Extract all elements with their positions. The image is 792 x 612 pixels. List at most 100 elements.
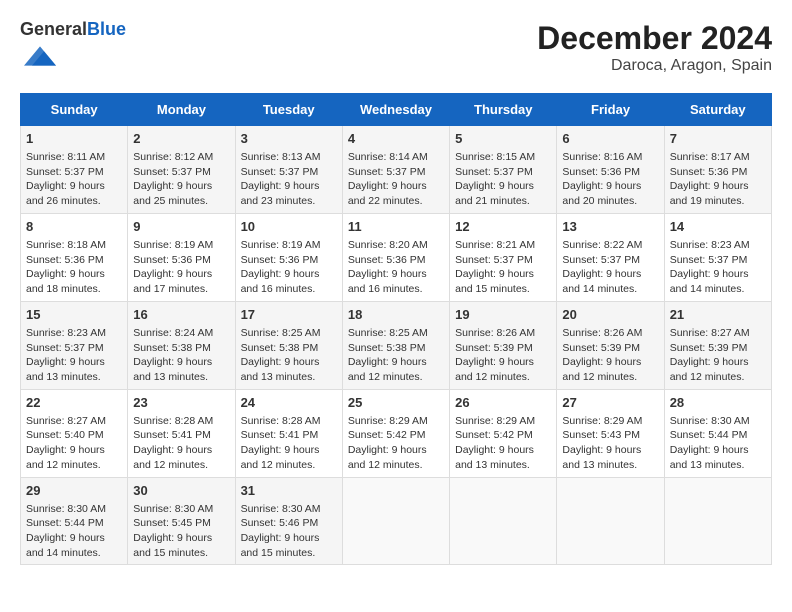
daylight-text: Daylight: 9 hours and 12 minutes. (455, 356, 534, 383)
sunrise-text: Sunrise: 8:29 AM (562, 415, 642, 427)
calendar-day-10: 10Sunrise: 8:19 AMSunset: 5:36 PMDayligh… (235, 213, 342, 301)
day-number: 5 (455, 130, 551, 148)
page-header: GeneralBlue December 2024 Daroca, Aragon… (20, 20, 772, 77)
sunrise-text: Sunrise: 8:25 AM (241, 327, 321, 339)
calendar-day-11: 11 Sunrise: 8:20 AM Sunset: 5:36 PM Dayligh… (342, 213, 449, 301)
sunrise-text: Sunrise: 8:30 AM (241, 503, 321, 515)
sunset-text: Sunset: 5:36 PM (133, 254, 211, 266)
calendar-day-4: 4Sunrise: 8:14 AMSunset: 5:37 PMDaylight… (342, 125, 449, 213)
calendar-day-29: 29Sunrise: 8:30 AMSunset: 5:44 PMDayligh… (21, 477, 128, 565)
calendar-day-17: 17Sunrise: 8:25 AMSunset: 5:38 PMDayligh… (235, 301, 342, 389)
sunrise-text: Sunrise: 8:17 AM (670, 151, 750, 163)
calendar-day-8: 8 Sunrise: 8:18 AM Sunset: 5:36 PM Daylight… (21, 213, 128, 301)
daylight-text: Daylight: 9 hours and 12 minutes. (241, 444, 320, 471)
logo-icon (24, 40, 56, 72)
calendar-day-23: 23Sunrise: 8:28 AMSunset: 5:41 PMDayligh… (128, 389, 235, 477)
daylight-text: Daylight: 9 hours and 12 minutes. (26, 444, 105, 471)
daylight-text: Daylight: 9 hours and 16 minutes. (241, 268, 320, 295)
calendar-week-1: 8 Sunrise: 8:18 AM Sunset: 5:36 PM Daylight… (21, 213, 772, 301)
day-number: 27 (562, 394, 658, 412)
day-number: 22 (26, 394, 122, 412)
sunrise-text: Sunrise: 8:27 AM (26, 415, 106, 427)
day-number: 30 (133, 482, 229, 500)
sunset-text: Sunset: 5:36 PM (26, 254, 104, 266)
daylight-text: Daylight: 9 hours and 12 minutes. (348, 356, 427, 383)
calendar-day-2: 2Sunrise: 8:12 AMSunset: 5:37 PMDaylight… (128, 125, 235, 213)
sunrise-text: Sunrise: 8:18 AM (26, 239, 106, 251)
sunrise-text: Sunrise: 8:29 AM (348, 415, 428, 427)
sunset-text: Sunset: 5:36 PM (562, 166, 640, 178)
calendar-day-25: 25Sunrise: 8:29 AMSunset: 5:42 PMDayligh… (342, 389, 449, 477)
calendar-day-14: 14Sunrise: 8:23 AMSunset: 5:37 PMDayligh… (664, 213, 771, 301)
sunset-text: Sunset: 5:38 PM (133, 342, 211, 354)
sunrise-text: Sunrise: 8:19 AM (241, 239, 321, 251)
daylight-text: Daylight: 9 hours and 17 minutes. (133, 268, 212, 295)
title-block: December 2024 Daroca, Aragon, Spain (537, 20, 772, 75)
calendar-day-12: 12Sunrise: 8:21 AMSunset: 5:37 PMDayligh… (450, 213, 557, 301)
sunrise-text: Sunrise: 8:20 AM (348, 239, 428, 251)
sunrise-text: Sunrise: 8:30 AM (133, 503, 213, 515)
daylight-text: Daylight: 9 hours and 16 minutes. (348, 268, 427, 295)
sunset-text: Sunset: 5:37 PM (455, 254, 533, 266)
daylight-text: Daylight: 9 hours and 15 minutes. (455, 268, 534, 295)
day-number: 2 (133, 130, 229, 148)
day-number: 7 (670, 130, 766, 148)
sunset-text: Sunset: 5:43 PM (562, 429, 640, 441)
daylight-text: Daylight: 9 hours and 13 minutes. (133, 356, 212, 383)
day-number: 4 (348, 130, 444, 148)
sunrise-text: Sunrise: 8:30 AM (670, 415, 750, 427)
daylight-text: Daylight: 9 hours and 19 minutes. (670, 180, 749, 207)
sunset-text: Sunset: 5:37 PM (670, 254, 748, 266)
calendar-day-6: 6Sunrise: 8:16 AMSunset: 5:36 PMDaylight… (557, 125, 664, 213)
sunrise-text: Sunrise: 8:16 AM (562, 151, 642, 163)
daylight-text: Daylight: 9 hours and 12 minutes. (562, 356, 641, 383)
sunrise-text: Sunrise: 8:23 AM (26, 327, 106, 339)
sunrise-text: Sunrise: 8:22 AM (562, 239, 642, 251)
calendar-day-21: 21Sunrise: 8:27 AMSunset: 5:39 PMDayligh… (664, 301, 771, 389)
daylight-text: Daylight: 9 hours and 12 minutes. (670, 356, 749, 383)
daylight-text: Daylight: 9 hours and 26 minutes. (26, 180, 105, 207)
sunrise-text: Sunrise: 8:12 AM (133, 151, 213, 163)
daylight-text: Daylight: 9 hours and 22 minutes. (348, 180, 427, 207)
day-number: 24 (241, 394, 337, 412)
calendar-day-9: 9Sunrise: 8:19 AMSunset: 5:36 PMDaylight… (128, 213, 235, 301)
calendar-week-0: 1Sunrise: 8:11 AMSunset: 5:37 PMDaylight… (21, 125, 772, 213)
day-number: 28 (670, 394, 766, 412)
sunset-text: Sunset: 5:37 PM (26, 166, 104, 178)
calendar-day-28: 28Sunrise: 8:30 AMSunset: 5:44 PMDayligh… (664, 389, 771, 477)
daylight-text: Daylight: 9 hours and 13 minutes. (26, 356, 105, 383)
sunrise-text: Sunrise: 8:11 AM (26, 151, 105, 163)
sunrise-text: Sunrise: 8:28 AM (133, 415, 213, 427)
sunset-text: Sunset: 5:36 PM (348, 254, 426, 266)
sunrise-text: Sunrise: 8:27 AM (670, 327, 750, 339)
daylight-text: Daylight: 9 hours and 13 minutes. (562, 444, 641, 471)
sunset-text: Sunset: 5:41 PM (133, 429, 211, 441)
day-number: 21 (670, 306, 766, 324)
day-number: 12 (455, 218, 551, 236)
day-number: 8 (26, 218, 122, 236)
calendar-day-16: 16Sunrise: 8:24 AMSunset: 5:38 PMDayligh… (128, 301, 235, 389)
calendar-table: SundayMondayTuesdayWednesdayThursdayFrid… (20, 93, 772, 566)
daylight-text: Daylight: 9 hours and 18 minutes. (26, 268, 105, 295)
calendar-day-20: 20Sunrise: 8:26 AMSunset: 5:39 PMDayligh… (557, 301, 664, 389)
sunset-text: Sunset: 5:37 PM (562, 254, 640, 266)
sunset-text: Sunset: 5:42 PM (348, 429, 426, 441)
location-title: Daroca, Aragon, Spain (537, 57, 772, 75)
sunrise-text: Sunrise: 8:30 AM (26, 503, 106, 515)
calendar-day-1: 1Sunrise: 8:11 AMSunset: 5:37 PMDaylight… (21, 125, 128, 213)
calendar-day-31: 31Sunrise: 8:30 AMSunset: 5:46 PMDayligh… (235, 477, 342, 565)
daylight-text: Daylight: 9 hours and 15 minutes. (241, 532, 320, 559)
logo-general-text: General (20, 19, 87, 39)
day-number: 23 (133, 394, 229, 412)
weekday-header-saturday: Saturday (664, 93, 771, 125)
calendar-day-13: 13Sunrise: 8:22 AMSunset: 5:37 PMDayligh… (557, 213, 664, 301)
daylight-text: Daylight: 9 hours and 13 minutes. (241, 356, 320, 383)
calendar-day-26: 26Sunrise: 8:29 AMSunset: 5:42 PMDayligh… (450, 389, 557, 477)
day-number: 6 (562, 130, 658, 148)
day-number: 29 (26, 482, 122, 500)
daylight-text: Daylight: 9 hours and 14 minutes. (670, 268, 749, 295)
day-number: 11 (348, 218, 444, 236)
daylight-text: Daylight: 9 hours and 14 minutes. (26, 532, 105, 559)
day-number: 18 (348, 306, 444, 324)
sunset-text: Sunset: 5:39 PM (455, 342, 533, 354)
